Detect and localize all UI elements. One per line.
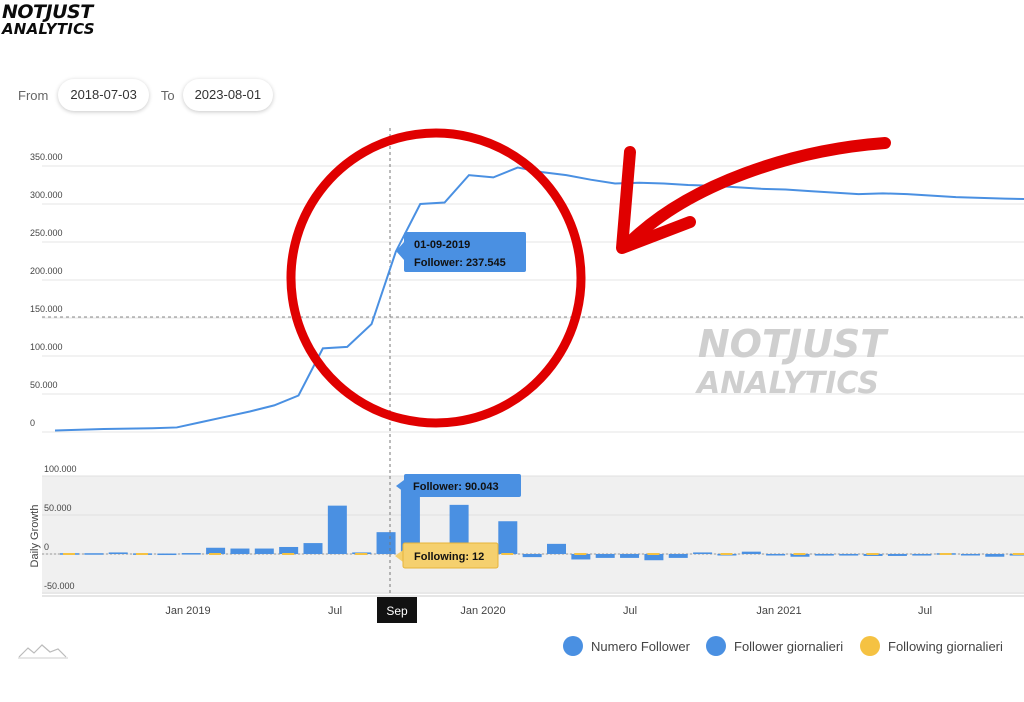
bar [620, 554, 640, 558]
bar [254, 548, 274, 554]
bar [547, 543, 566, 554]
y-tick-label: 100.000 [30, 342, 63, 352]
bar [157, 553, 177, 556]
following-bar [1012, 553, 1024, 555]
bar [839, 554, 859, 556]
following-bar [209, 553, 222, 555]
bar [108, 552, 128, 554]
bar [814, 554, 834, 556]
x-tick-label: Jul [918, 605, 932, 617]
bar-plot-background [42, 476, 1024, 594]
following-bar [939, 553, 952, 555]
y-tick-label: 200.000 [30, 266, 63, 276]
y-tick-label: 250.000 [30, 228, 63, 238]
following-bar [63, 553, 75, 555]
bar [303, 543, 323, 554]
y-tick-label: 150.000 [30, 304, 63, 314]
bar [230, 548, 250, 554]
legend-dot-icon [860, 636, 880, 656]
bar [985, 554, 1005, 557]
y-tick-label: 0 [30, 418, 35, 428]
x-tick-label: Jul [623, 605, 637, 617]
bar [766, 554, 786, 556]
follower-chart[interactable]: 0 50.000 100.000 150.000 200.000 250.000 300.0… [0, 0, 1024, 702]
bar [741, 551, 761, 554]
bar [376, 532, 396, 554]
legend-dot-icon [706, 636, 726, 656]
x-tick-label: Jan 2019 [165, 605, 210, 617]
y-tick-label: 300.000 [30, 190, 63, 200]
following-bar [720, 553, 733, 555]
legend-item-numero-follower[interactable]: Numero Follower [563, 634, 690, 658]
bar [327, 505, 347, 554]
y-tick-label: 350.000 [30, 152, 63, 162]
bar [498, 521, 518, 554]
following-bar [866, 553, 879, 555]
bar-tooltip-follower-text: Follower: 90.043 [413, 481, 499, 493]
line-tooltip-date: 01-09-2019 [414, 239, 470, 251]
following-bar [574, 553, 587, 555]
range-navigator-icon[interactable] [18, 642, 68, 660]
bar-y-tick-label: 100.000 [44, 464, 77, 474]
bar [181, 553, 201, 555]
following-bar [501, 553, 514, 555]
bar [522, 554, 542, 558]
bar [595, 554, 615, 558]
watermark-line-2: ANALYTICS [695, 366, 879, 401]
following-bar [355, 553, 368, 555]
bar [960, 554, 980, 556]
legend-label: Numero Follower [591, 638, 690, 654]
bar [887, 554, 907, 556]
bar-y-tick-label: 50.000 [44, 503, 72, 513]
bar [668, 554, 688, 558]
bar [912, 554, 932, 556]
following-bar [136, 553, 149, 555]
bar-y-axis-label: Daily Growth [29, 505, 41, 568]
legend-label: Following giornalieri [888, 638, 1003, 654]
bar-y-tick-label: 0 [44, 542, 49, 552]
x-tick-label-highlight: Sep [386, 604, 408, 618]
bar [84, 553, 104, 555]
annotation-circle [286, 128, 586, 428]
x-tick-label: Jul [328, 605, 342, 617]
legend-dot-icon [563, 636, 583, 656]
following-bar [282, 553, 295, 555]
line-tooltip-value: Follower: 237.545 [414, 257, 506, 269]
y-tick-label: 50.000 [30, 380, 58, 390]
bar-y-tick-label: -50.000 [44, 581, 75, 591]
bar-tooltip-following-text: Following: 12 [414, 551, 484, 563]
following-bar [647, 553, 660, 555]
legend-item-follower-giornalieri[interactable]: Follower giornalieri [706, 634, 843, 658]
legend-item-following-giornalieri[interactable]: Following giornalieri [860, 634, 1003, 658]
following-bar [793, 553, 806, 555]
bar [693, 552, 713, 554]
x-tick-label: Jan 2020 [460, 605, 505, 617]
x-tick-label: Jan 2021 [756, 605, 801, 617]
bar [279, 546, 299, 554]
legend-label: Follower giornalieri [734, 638, 844, 654]
watermark-line-1: NOTJUST [698, 322, 889, 366]
